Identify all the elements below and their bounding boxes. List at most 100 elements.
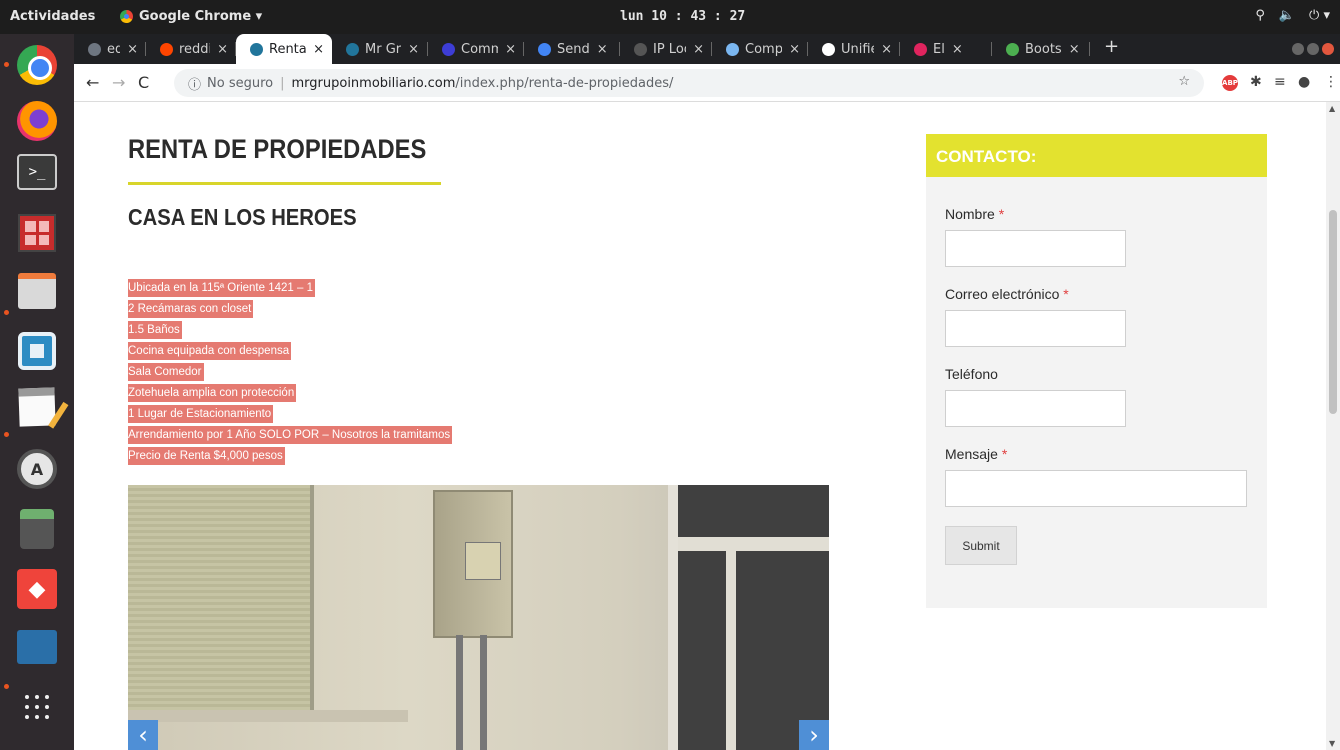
forward-button[interactable]: → bbox=[112, 73, 125, 92]
virtualbox-launcher-icon[interactable] bbox=[14, 328, 60, 374]
app-menu-label: Google Chrome ▾ bbox=[139, 9, 263, 24]
photo-ledge bbox=[128, 710, 408, 722]
tab-close-icon[interactable]: × bbox=[313, 42, 324, 57]
chrome-menu-icon[interactable]: ⋮ bbox=[1324, 74, 1338, 90]
system-tray[interactable]: ⚲ 🔈 ⏻ ▾ bbox=[1255, 8, 1330, 23]
tab-close-icon[interactable]: × bbox=[952, 42, 963, 57]
anydesk-launcher-icon[interactable]: ◆ bbox=[14, 566, 60, 612]
tab-title: Boots bbox=[1025, 41, 1062, 57]
activities-button[interactable]: Actividades bbox=[10, 9, 95, 24]
network-icon: ⚲ bbox=[1255, 8, 1265, 23]
spreadsheet-launcher-icon[interactable] bbox=[14, 210, 60, 256]
property-title: CASA EN LOS HEROES bbox=[128, 204, 357, 230]
scroll-down-icon[interactable]: ▼ bbox=[1329, 739, 1335, 748]
calculator-launcher-icon[interactable] bbox=[14, 506, 60, 552]
feature-text: 1 Lugar de Estacionamiento bbox=[128, 405, 274, 423]
profile-avatar-icon[interactable]: ● bbox=[1298, 74, 1310, 90]
browser-tab[interactable]: Mr Gr × bbox=[332, 34, 428, 64]
tab-close-icon[interactable]: × bbox=[217, 42, 228, 57]
firefox-launcher-icon[interactable] bbox=[14, 98, 60, 144]
scanner-launcher-icon[interactable] bbox=[14, 624, 60, 670]
browser-tab[interactable]: Comm × bbox=[428, 34, 524, 64]
browser-tab[interactable]: eddg × bbox=[74, 34, 146, 64]
email-input[interactable] bbox=[945, 310, 1126, 347]
scroll-up-icon[interactable]: ▲ bbox=[1329, 104, 1335, 113]
page-scrollbar[interactable]: ▲ ▼ bbox=[1326, 102, 1340, 750]
tab-close-icon[interactable]: × bbox=[789, 42, 800, 57]
files-launcher-icon[interactable] bbox=[14, 268, 60, 314]
property-photo-carousel[interactable]: ‹ › bbox=[128, 485, 829, 750]
browser-tab[interactable]: IP Loc × bbox=[620, 34, 712, 64]
tab-favicon-icon bbox=[1006, 42, 1019, 56]
address-bar[interactable]: ⓘ No seguro | mrgrupoinmobiliario.com /i… bbox=[174, 69, 1204, 97]
tab-title: Comp bbox=[745, 41, 783, 57]
tab-close-icon[interactable]: × bbox=[127, 42, 138, 57]
tab-title: Mr Gr bbox=[365, 41, 402, 57]
submit-button[interactable]: Submit bbox=[945, 526, 1017, 565]
feature-list: Ubicada en la 115ª Oriente 1421 – 1 2 Rec… bbox=[128, 275, 453, 465]
terminal-launcher-icon[interactable]: >_ bbox=[17, 154, 57, 190]
browser-tab[interactable]: Comp × bbox=[712, 34, 808, 64]
browser-toolbar: ← → C ⓘ No seguro | mrgrupoinmobiliario.… bbox=[74, 64, 1340, 102]
feature-text: Ubicada en la 115ª Oriente 1421 – 1 bbox=[128, 279, 315, 297]
feature-item: 1.5 Baños bbox=[128, 317, 452, 339]
show-applications-icon[interactable] bbox=[14, 684, 60, 730]
minimize-button[interactable] bbox=[1292, 43, 1304, 55]
feature-text: Zotehuela amplia con protección bbox=[128, 384, 297, 402]
tab-title: Comm bbox=[461, 41, 499, 57]
software-updater-launcher-icon[interactable]: A bbox=[14, 446, 60, 492]
tab-favicon-icon bbox=[726, 42, 739, 56]
tab-close-icon[interactable]: × bbox=[881, 42, 892, 57]
feature-item: Arrendamiento por 1 Año SOLO POR – Nosot… bbox=[128, 422, 453, 444]
carousel-prev-button[interactable]: ‹ bbox=[128, 720, 158, 750]
clock[interactable]: lun 10 : 43 : 27 bbox=[620, 9, 745, 24]
new-tab-button[interactable]: + bbox=[1090, 34, 1133, 64]
feature-text: Sala Comedor bbox=[128, 363, 204, 381]
tab-favicon-icon bbox=[346, 42, 359, 56]
contact-form: CONTACTO: Nombre * Correo electrónico * … bbox=[926, 134, 1267, 608]
tab-favicon-icon bbox=[250, 42, 263, 56]
phone-input[interactable] bbox=[945, 390, 1126, 427]
tab-title: reddit bbox=[179, 41, 210, 57]
maximize-button[interactable] bbox=[1307, 43, 1319, 55]
feature-text: Arrendamiento por 1 Año SOLO POR – Nosot… bbox=[128, 426, 453, 444]
browser-tab[interactable]: Renta × bbox=[236, 34, 332, 64]
feature-item: 1 Lugar de Estacionamiento bbox=[128, 401, 452, 423]
browser-tab[interactable]: Unifie × bbox=[808, 34, 900, 64]
adblock-plus-icon[interactable]: ABP bbox=[1222, 75, 1238, 91]
browser-tab[interactable]: reddit × bbox=[146, 34, 236, 64]
feature-text: Cocina equipada con despensa bbox=[128, 342, 292, 360]
reload-button[interactable]: C bbox=[138, 73, 149, 92]
tab-close-icon[interactable]: × bbox=[408, 42, 419, 57]
tab-close-icon[interactable]: × bbox=[1069, 42, 1080, 57]
app-menu[interactable]: Google Chrome ▾ bbox=[120, 9, 262, 24]
text-editor-launcher-icon[interactable] bbox=[14, 384, 60, 430]
tab-close-icon[interactable]: × bbox=[597, 42, 608, 57]
separator: | bbox=[280, 75, 285, 91]
chrome-icon bbox=[120, 10, 133, 23]
tab-close-icon[interactable]: × bbox=[505, 42, 516, 57]
message-input[interactable] bbox=[945, 470, 1247, 507]
feature-item: Cocina equipada con despensa bbox=[128, 338, 452, 360]
tab-close-icon[interactable]: × bbox=[693, 42, 704, 57]
browser-tab[interactable]: Boots × bbox=[992, 34, 1090, 64]
tab-favicon-icon bbox=[914, 42, 927, 56]
back-button[interactable]: ← bbox=[86, 73, 99, 92]
browser-tab[interactable]: El × bbox=[900, 34, 992, 64]
chrome-launcher-icon[interactable] bbox=[14, 42, 60, 88]
title-underline bbox=[128, 182, 441, 185]
photo-water-heater bbox=[433, 490, 513, 638]
extensions-puzzle-icon[interactable]: ✱ bbox=[1250, 74, 1262, 90]
name-input[interactable] bbox=[945, 230, 1126, 267]
bookmark-star-icon[interactable]: ☆ bbox=[1178, 74, 1190, 89]
reading-list-icon[interactable]: ≡ bbox=[1274, 74, 1286, 90]
name-label: Nombre * bbox=[945, 206, 1005, 222]
close-window-button[interactable] bbox=[1322, 43, 1334, 55]
info-icon[interactable]: ⓘ bbox=[188, 74, 201, 93]
scroll-thumb[interactable] bbox=[1329, 210, 1337, 414]
browser-tab[interactable]: Send × bbox=[524, 34, 620, 64]
tab-title: IP Loc bbox=[653, 41, 686, 57]
system-top-bar: Actividades Google Chrome ▾ lun 10 : 43 … bbox=[0, 0, 1340, 34]
tab-favicon-icon bbox=[160, 42, 173, 56]
carousel-next-button[interactable]: › bbox=[799, 720, 829, 750]
